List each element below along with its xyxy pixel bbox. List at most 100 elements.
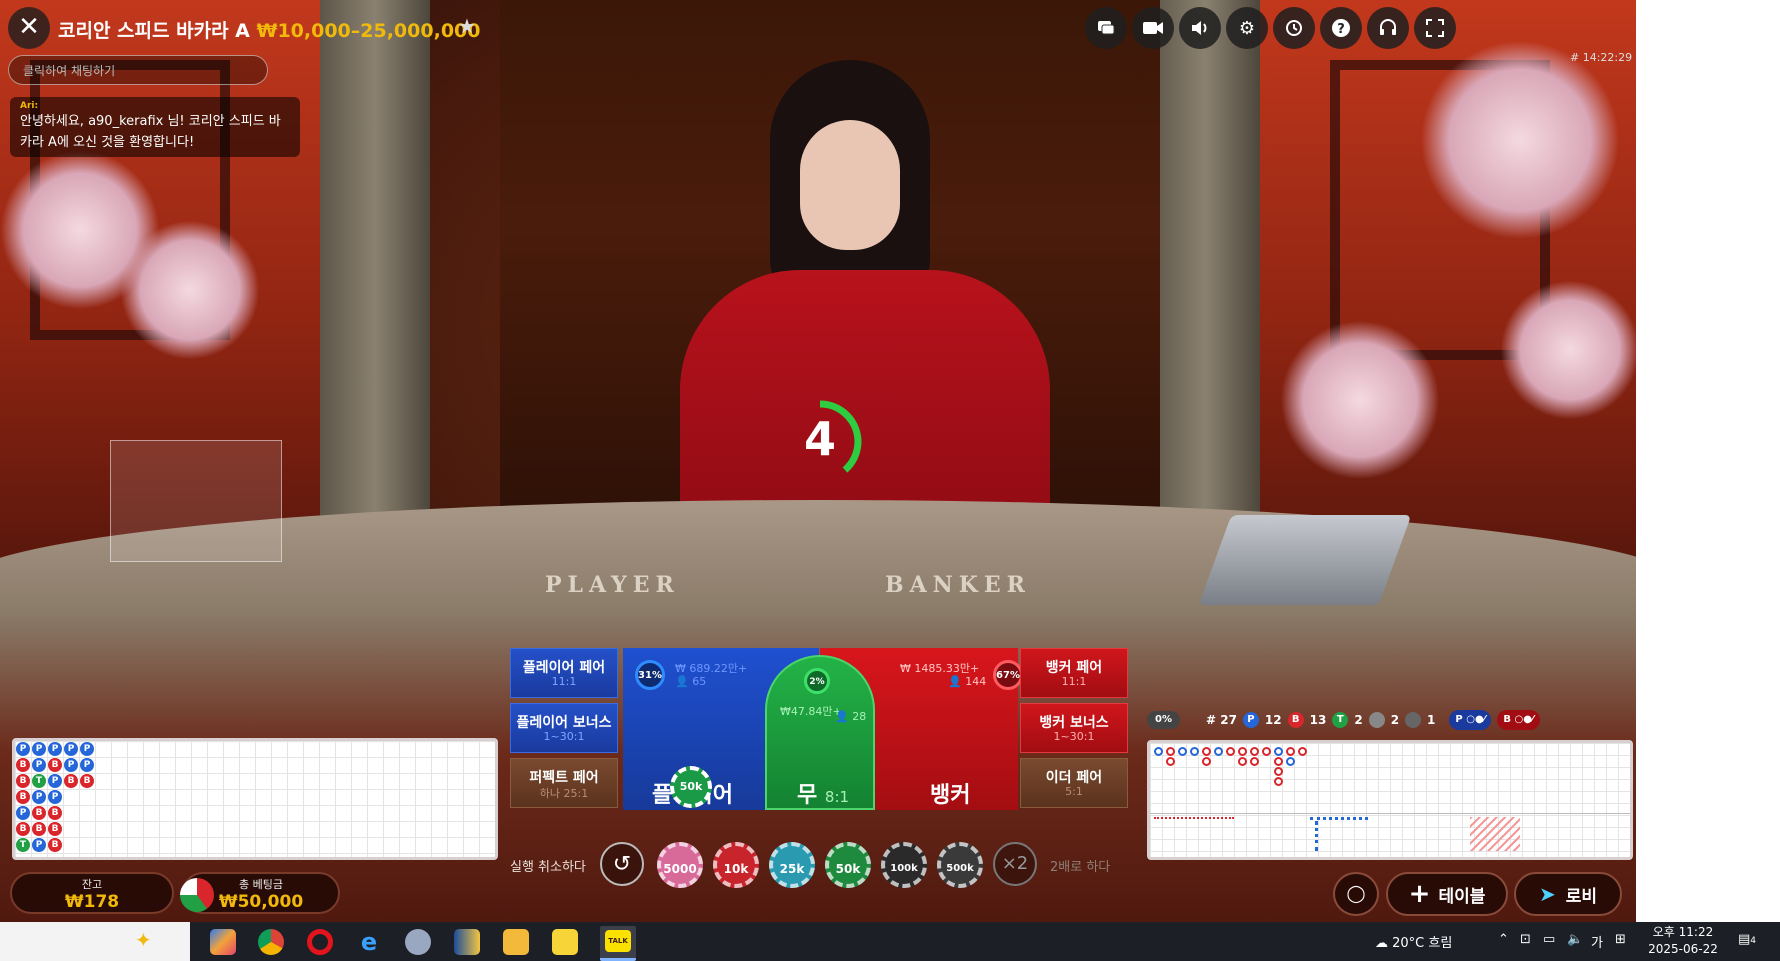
taskbar-search-box[interactable]: ✦ [0,922,190,961]
road-mark [1274,757,1283,766]
either-pair-bet[interactable]: 이더 페어 5:1 [1020,758,1128,808]
chip-5000[interactable]: 5000 [657,842,703,888]
bead-result: P [32,742,46,756]
video-camera-icon[interactable] [1132,7,1174,49]
chat-bubble-icon: ◯ [1346,884,1366,904]
favorite-star-icon[interactable]: ★ [458,14,476,38]
banker-pair-dot-icon [1405,712,1422,728]
chip-50k[interactable]: 50k [825,842,871,888]
road-mark [1202,757,1211,766]
weather-widget[interactable]: ☁ 20°C 흐림 [1375,932,1452,951]
history-icon[interactable] [1273,7,1315,49]
app-icon[interactable] [405,929,431,955]
banker-predict-button[interactable]: B ○●⁄ [1497,710,1540,730]
internet-explorer-icon[interactable]: e [356,929,382,955]
lobby-arrow-icon: ➤ [1538,882,1556,906]
road-mark [1286,757,1295,766]
chip-500k[interactable]: 500k [937,842,983,888]
player-bonus-bet[interactable]: 플레이어 보너스 1~30:1 [510,703,618,753]
undo-label: 실행 취소하다 [510,860,586,875]
player-pair-bet[interactable]: 플레이어 페어 11:1 [510,648,618,698]
tray-chevron-icon[interactable]: ⌃ [1498,932,1509,947]
bead-result: B [48,758,62,772]
top-toolbar: ⚙ ? [1085,7,1456,49]
tie-label-text: 무 [797,783,818,808]
clock-date: 2025-06-22 [1648,942,1718,956]
close-button[interactable]: ✕ [8,7,50,49]
undo-button[interactable]: ↺ [600,842,644,886]
network-icon[interactable]: ⊡ [1520,932,1531,947]
player-bettors-count: 65 [692,675,707,688]
bead-result: P [48,790,62,804]
sound-icon[interactable] [1179,7,1221,49]
bead-result: B [48,838,62,852]
blossom-decor [1420,40,1620,240]
keyboard-icon[interactable]: ⊞ [1615,932,1626,947]
banker-pairs: 1 [1427,713,1436,727]
bead-result: P [16,806,30,820]
banker-label: 뱅커 [930,783,971,808]
tie-label: 무 8:1 [797,777,849,809]
notification-icon[interactable]: ▤4 [1738,932,1756,947]
player-percent: 31% [635,660,665,690]
road-mark [1250,757,1259,766]
copilot-icon[interactable] [210,929,236,955]
fullscreen-icon[interactable] [1414,7,1456,49]
ime-indicator[interactable]: 가 [1591,932,1603,951]
add-table-button[interactable]: + 테이블 [1386,872,1508,916]
bead-result: B [16,822,30,836]
headset-support-icon[interactable] [1367,7,1409,49]
chip-100k[interactable]: 100k [881,842,927,888]
banker-pair-bet[interactable]: 뱅커 페어 11:1 [1020,648,1128,698]
help-icon[interactable]: ? [1320,7,1362,49]
kakaotalk-taskbar-button[interactable]: TALK [600,926,636,961]
predict-p-label: P [1455,714,1463,725]
lobby-button[interactable]: ➤ 로비 [1514,872,1622,916]
bead-result: B [48,806,62,820]
settings-gear-icon[interactable]: ⚙ [1226,7,1268,49]
player-pairs: 2 [1390,713,1400,727]
volume-icon[interactable]: 🔈 [1567,932,1583,947]
player-pair-dot-icon [1368,712,1385,728]
either-pair-odds: 5:1 [1065,785,1083,798]
road-mark [1154,747,1163,756]
chat-username: Ari: [20,101,39,111]
bead-result: B [16,774,30,788]
chat-toggle-button[interactable]: ◯ [1333,872,1379,916]
banker-bettors: 👤 144 [948,675,987,688]
chip-25k[interactable]: 25k [769,842,815,888]
road-mark [1274,747,1283,756]
chat-icon[interactable] [1085,7,1127,49]
plus-icon: + [1408,879,1431,909]
chip-10k[interactable]: 10k [713,842,759,888]
player-wins: 12 [1264,713,1282,727]
banker-wins: 13 [1309,713,1327,727]
bead-result: B [80,774,94,788]
tie-dot-icon: T [1332,712,1349,728]
opera-icon[interactable] [307,929,333,955]
bead-result: T [16,838,30,852]
road-mark [1166,747,1175,756]
banker-bonus-bet[interactable]: 뱅커 보너스 1~30:1 [1020,703,1128,753]
player-pair-odds: 11:1 [551,675,577,688]
player-predict-button[interactable]: P ○●⁄ [1449,710,1492,730]
tie-bettors-count: 28 [852,710,867,723]
placed-chip: 50k [670,766,712,808]
road-mark [1166,757,1175,766]
bead-result: P [64,758,78,772]
chat-input[interactable]: 클릭하여 채팅하기 [8,55,268,85]
banker-percent: 67% [993,660,1023,690]
display-icon[interactable]: ▭ [1543,932,1555,947]
system-clock[interactable]: 오후 11:22 2025-06-22 [1648,924,1718,958]
tie-wins: 2 [1354,713,1363,727]
chrome-icon[interactable] [258,929,284,955]
sticky-notes-icon[interactable] [552,929,578,955]
file-explorer-icon[interactable] [503,929,529,955]
road-mark [1286,747,1295,756]
app-icon[interactable] [454,929,480,955]
perfect-pair-bet[interactable]: 퍼펙트 페어 하나 25:1 [510,758,618,808]
double-button[interactable]: ×2 [993,842,1037,886]
road-mark [1238,747,1247,756]
road-mark [1178,747,1187,756]
bead-result: B [64,774,78,788]
